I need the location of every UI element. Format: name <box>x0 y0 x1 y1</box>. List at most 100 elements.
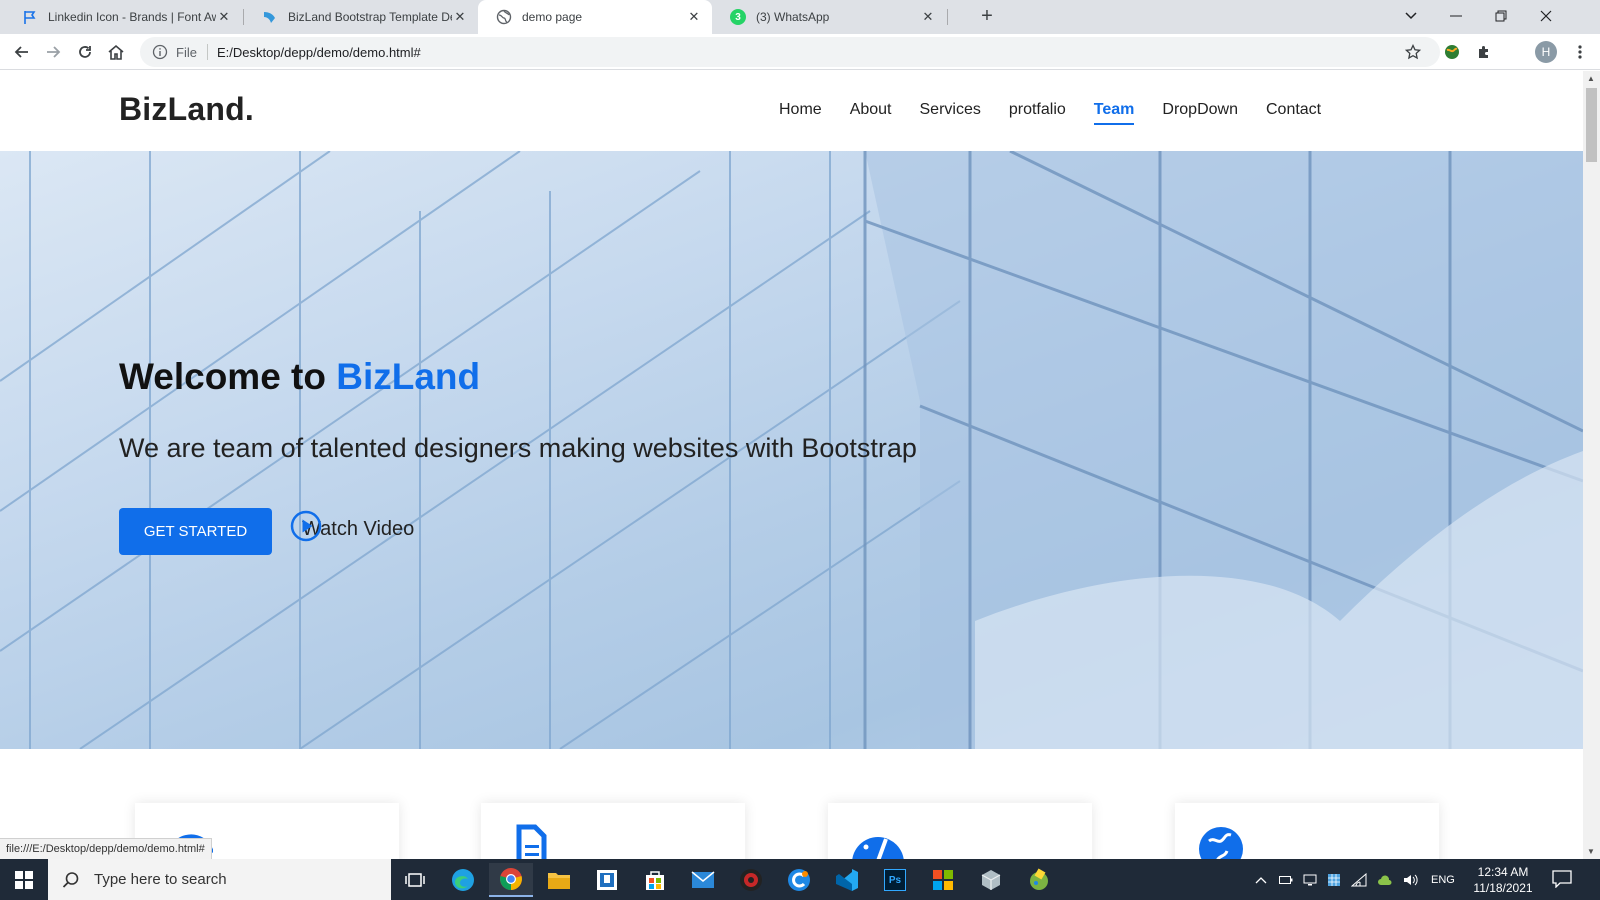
chevron-down-icon <box>1405 12 1417 20</box>
profile-avatar[interactable]: H <box>1535 41 1557 63</box>
file-icon <box>516 824 547 859</box>
tab-linkedin-icon[interactable]: Linkedin Icon - Brands | Font Awe ✕ <box>4 0 242 34</box>
nav-home[interactable]: Home <box>779 101 822 125</box>
office-app[interactable] <box>921 863 965 897</box>
store-app[interactable] <box>633 863 677 897</box>
play-circle-icon <box>290 510 322 542</box>
site-logo[interactable]: BizLand. <box>119 91 254 128</box>
photoshop-app[interactable]: Ps <box>873 863 917 897</box>
nav-team[interactable]: Team <box>1093 101 1135 125</box>
watch-video-link[interactable]: Watch Video <box>290 510 414 542</box>
new-tab-button[interactable]: + <box>976 6 998 28</box>
system-clock[interactable]: 12:34 AM 11/18/2021 <box>1468 864 1538 896</box>
file-explorer-app[interactable] <box>537 863 581 897</box>
tab-demo-page[interactable]: demo page ✕ <box>478 0 712 34</box>
chrome-app[interactable] <box>489 863 533 897</box>
file-explorer-icon <box>548 873 570 889</box>
chrome-icon <box>500 868 522 890</box>
terminal-app[interactable] <box>585 863 629 897</box>
reload-button[interactable] <box>73 40 97 64</box>
globe-icon <box>496 9 512 25</box>
windows-taskbar: Type here to search Ps ENG 12:34 AM 11/1… <box>0 859 1600 900</box>
start-button[interactable] <box>0 859 48 900</box>
vscode-app[interactable] <box>825 863 869 897</box>
paint-app[interactable] <box>1017 863 1061 897</box>
windows-logo-icon <box>15 870 33 889</box>
home-icon <box>108 44 124 60</box>
star-icon <box>1405 44 1421 60</box>
red-app[interactable] <box>729 863 773 897</box>
battery-icon[interactable] <box>1279 875 1293 885</box>
extension-button[interactable] <box>1440 40 1464 64</box>
nav-dropdown[interactable]: DropDown <box>1162 101 1238 125</box>
app-blue-icon <box>788 869 810 891</box>
close-tab-icon[interactable]: ✕ <box>216 9 232 25</box>
info-icon[interactable] <box>152 44 168 60</box>
nav-about[interactable]: About <box>850 101 892 125</box>
tab-bizland-template[interactable]: BizLand Bootstrap Template Dem ✕ <box>244 0 478 34</box>
scroll-down-arrow-icon[interactable]: ▼ <box>1587 847 1595 856</box>
close-tab-icon[interactable]: ✕ <box>686 9 702 25</box>
browser-toolbar: File E:/Desktop/depp/demo/demo.html# H <box>0 34 1600 70</box>
arrow-left-icon <box>14 46 28 58</box>
tab-title: BizLand Bootstrap Template Dem <box>288 10 452 24</box>
box-app[interactable] <box>969 863 1013 897</box>
home-button[interactable] <box>104 40 128 64</box>
nav-portfolio[interactable]: protfalio <box>1009 101 1066 125</box>
cloud-sync-icon[interactable] <box>1377 873 1393 887</box>
back-button[interactable] <box>10 40 34 64</box>
nav-contact[interactable]: Contact <box>1266 101 1321 125</box>
close-tab-icon[interactable]: ✕ <box>920 9 936 25</box>
restore-button[interactable] <box>1478 0 1524 32</box>
blue-app[interactable] <box>777 863 821 897</box>
get-started-button[interactable]: GET STARTED <box>119 508 272 555</box>
task-view-button[interactable] <box>393 863 437 897</box>
app-red-icon <box>740 869 762 891</box>
network-grid-icon[interactable] <box>1327 873 1341 887</box>
task-view-icon <box>405 873 425 887</box>
volume-icon[interactable] <box>1403 873 1419 887</box>
url-text[interactable]: E:/Desktop/depp/demo/demo.html# <box>217 45 1440 60</box>
extensions-menu-button[interactable] <box>1472 40 1496 64</box>
tab-title: (3) WhatsApp <box>756 10 830 24</box>
address-bar[interactable]: File E:/Desktop/depp/demo/demo.html# <box>140 37 1440 67</box>
taskbar-search-box[interactable]: Type here to search <box>48 859 391 900</box>
arrow-right-icon <box>47 46 61 58</box>
bookmark-button[interactable] <box>1401 40 1425 64</box>
notification-center-icon[interactable] <box>1552 870 1572 888</box>
hero-title-brand: BizLand <box>336 356 481 397</box>
display-icon[interactable] <box>1303 873 1317 887</box>
edge-app[interactable] <box>441 863 485 897</box>
forward-button[interactable] <box>41 40 65 64</box>
close-window-button[interactable] <box>1523 0 1569 32</box>
flag-icon <box>24 11 36 24</box>
tab-search-button[interactable] <box>1388 0 1434 32</box>
nav-services[interactable]: Services <box>920 101 981 125</box>
tab-separator <box>947 9 948 25</box>
address-divider <box>206 44 208 60</box>
extension-globe-icon <box>1445 45 1459 59</box>
search-icon <box>62 871 79 888</box>
page-scrollbar[interactable]: ▲ ▼ <box>1583 71 1600 859</box>
scroll-thumb[interactable] <box>1586 88 1597 162</box>
language-indicator[interactable]: ENG <box>1431 874 1455 886</box>
paint-icon <box>1030 868 1048 890</box>
bizland-logo-icon <box>264 12 275 23</box>
service-card[interactable] <box>481 803 745 859</box>
close-icon <box>1540 10 1552 22</box>
scroll-up-arrow-icon[interactable]: ▲ <box>1587 74 1595 83</box>
tab-whatsapp[interactable]: 3 (3) WhatsApp ✕ <box>712 0 946 34</box>
chevron-up-icon[interactable] <box>1255 876 1267 884</box>
hero-section: Welcome to BizLand We are team of talent… <box>0 151 1583 749</box>
page-viewport: BizLand. Home About Services protfalio T… <box>0 71 1583 859</box>
browser-menu-button[interactable] <box>1568 40 1592 64</box>
service-card[interactable] <box>828 803 1092 859</box>
wifi-icon[interactable] <box>1351 872 1367 887</box>
close-tab-icon[interactable]: ✕ <box>452 9 468 25</box>
terminal-icon <box>597 870 617 890</box>
minimize-button[interactable] <box>1433 0 1479 32</box>
services-cards <box>0 749 1583 859</box>
mail-app[interactable] <box>681 863 725 897</box>
service-card[interactable] <box>1175 803 1439 859</box>
store-icon <box>646 871 664 890</box>
